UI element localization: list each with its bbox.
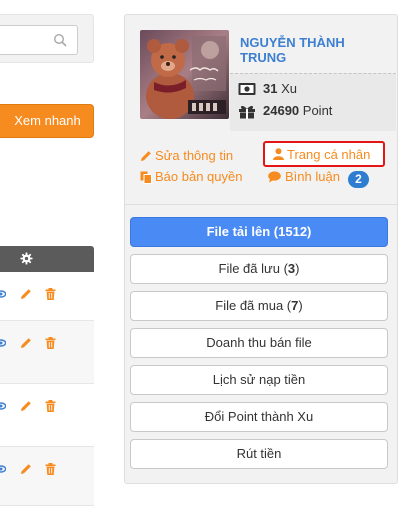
gear-icon[interactable] [20,252,33,265]
uploaded-files-button[interactable]: File tải lên (1512) [130,217,388,247]
table-row [0,272,94,321]
pencil-icon[interactable] [20,463,32,475]
copyright-report-label: Báo bản quyền [155,169,243,184]
trash-icon[interactable] [45,400,56,412]
file-table [0,246,94,506]
saved-files-button[interactable]: File đã lưu (3) [130,254,388,284]
eye-icon[interactable] [0,464,6,474]
convert-point-button[interactable]: Đổi Point thành Xu [130,402,388,432]
copy-icon [140,171,152,184]
purchased-files-button[interactable]: File đã mua (7) [130,291,388,321]
pencil-icon[interactable] [20,400,32,412]
profile-page-link[interactable]: Trang cá nhân [263,141,385,167]
gift-icon [239,105,255,119]
pencil-icon[interactable] [20,288,32,300]
topup-history-button[interactable]: Lịch sử nạp tiền [130,365,388,395]
uploaded-files-count: 1512 [278,224,308,239]
divider [125,204,397,205]
point-unit: Point [302,103,333,118]
uploaded-files-label: File tải lên [206,224,271,239]
comments-label: Bình luận [285,169,340,184]
xu-unit: Xu [281,81,297,96]
file-sales-revenue-button[interactable]: Doanh thu bán file [130,328,388,358]
search-icon[interactable] [53,33,67,47]
search-input[interactable] [0,25,78,55]
pencil-icon[interactable] [20,337,32,349]
comment-icon [268,171,281,183]
purchased-files-count: 7 [291,298,299,313]
profile-panel: NGUYỄN THÀNH TRUNG 31 Xu 24690 Point Sửa… [124,14,398,484]
saved-files-count: 3 [287,261,296,276]
table-row [0,384,94,447]
edit-info-label: Sửa thông tin [155,148,234,163]
eye-icon[interactable] [0,289,6,299]
purchased-files-label: File đã mua [215,298,284,313]
money-icon [238,83,256,95]
table-row [0,321,94,384]
point-value: 24690 [263,103,300,118]
quick-view-button[interactable]: Xem nhanh [0,104,94,138]
user-icon [273,148,284,160]
withdraw-button[interactable]: Rút tiền [130,439,388,469]
trash-icon[interactable] [45,288,56,300]
user-stats: 31 Xu 24690 Point [230,73,396,131]
search-box [0,14,94,63]
comments-count-badge: 2 [348,171,369,188]
avatar[interactable] [140,30,229,119]
profile-page-label: Trang cá nhân [287,147,371,162]
table-header [0,246,94,272]
xu-value: 31 [263,81,278,96]
user-name[interactable]: NGUYỄN THÀNH TRUNG [240,35,390,65]
trash-icon[interactable] [45,337,56,349]
table-row [0,447,94,506]
saved-files-label: File đã lưu [218,261,280,276]
eye-icon[interactable] [0,338,6,348]
trash-icon[interactable] [45,463,56,475]
eye-icon[interactable] [0,401,6,411]
pencil-icon [141,151,151,161]
